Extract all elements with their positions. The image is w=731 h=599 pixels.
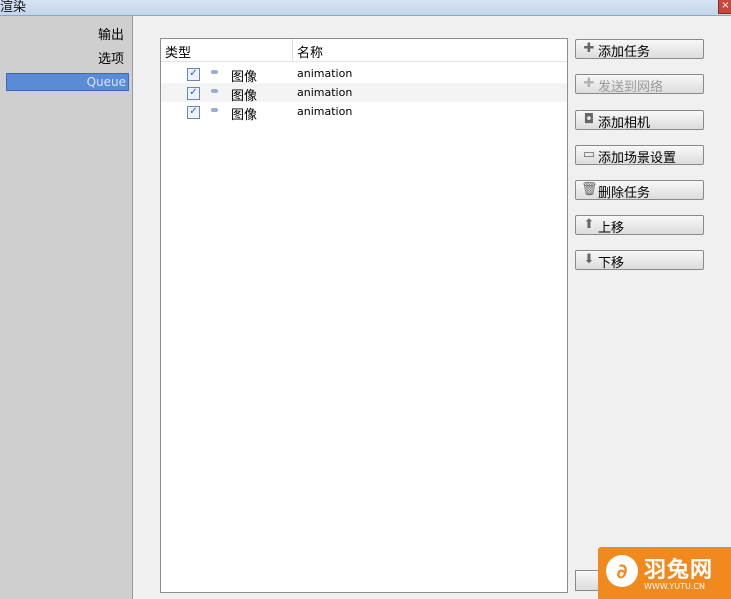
rabbit-logo-icon: ∂ [606, 555, 638, 587]
add-task-label: 添加任务 [598, 45, 651, 60]
sidebar-item-queue[interactable]: Queue [6, 73, 129, 91]
send-to-network-label: 发送到网络 [598, 80, 664, 95]
queue-list[interactable]: 类型 名称 ✓ 图像 animation ✓ 图像 animation ✓ 图像… [160, 38, 568, 593]
move-up-label: 上移 [598, 221, 625, 236]
checkbox[interactable]: ✓ [187, 106, 200, 119]
delete-task-button[interactable]: 🗑 删除任务 [575, 180, 704, 201]
watermark: ∂ 羽兔网 WWW.YUTU.CN [598, 547, 731, 599]
checkbox[interactable]: ✓ [187, 68, 200, 81]
scene-icon: ▭ [582, 147, 596, 162]
column-header-name[interactable]: 名称 [297, 42, 323, 61]
row-name: animation [297, 105, 353, 118]
move-down-label: 下移 [598, 256, 625, 271]
row-name: animation [297, 86, 353, 99]
arrow-down-icon: ⬇ [583, 252, 595, 267]
image-icon [211, 108, 218, 112]
table-row[interactable]: ✓ 图像 animation [161, 83, 567, 104]
table-row[interactable]: ✓ 图像 animation [161, 64, 567, 85]
window-title: 渲染 [0, 0, 27, 15]
trash-icon: 🗑 [581, 182, 598, 197]
watermark-url: WWW.YUTU.CN [644, 582, 705, 591]
column-header-type[interactable]: 类型 [165, 42, 191, 61]
image-icon [211, 70, 218, 74]
move-down-button[interactable]: ⬇ 下移 [575, 250, 704, 271]
add-camera-label: 添加相机 [598, 116, 651, 131]
watermark-brand: 羽兔网 [644, 558, 714, 583]
plus-icon: ✚ [583, 41, 595, 56]
close-button[interactable]: × [718, 0, 731, 14]
checkbox[interactable]: ✓ [187, 87, 200, 100]
plus-icon: ✚ [583, 76, 595, 91]
delete-task-label: 删除任务 [598, 186, 651, 201]
sidebar-item-output[interactable]: 输出 [96, 24, 126, 43]
arrow-up-icon: ⬆ [583, 217, 595, 232]
image-icon [211, 89, 218, 93]
row-name: animation [297, 67, 353, 80]
add-scene-settings-button[interactable]: ▭ 添加场景设置 [575, 145, 704, 166]
move-up-button[interactable]: ⬆ 上移 [575, 215, 704, 236]
window-titlebar: 渲染 × [0, 0, 731, 16]
add-camera-button[interactable]: ◘ 添加相机 [575, 110, 704, 131]
sidebar-item-options[interactable]: 选项 [96, 48, 126, 67]
list-header: 类型 名称 [161, 39, 567, 62]
row-type: 图像 [231, 108, 258, 123]
main-panel: 类型 名称 ✓ 图像 animation ✓ 图像 animation ✓ 图像… [133, 16, 731, 599]
column-divider[interactable] [292, 39, 293, 61]
sidebar: 输出 选项 Queue [0, 16, 133, 599]
send-to-network-button[interactable]: ✚ 发送到网络 [575, 74, 704, 95]
table-row[interactable]: ✓ 图像 animation [161, 102, 567, 123]
camera-icon: ◘ [583, 112, 595, 127]
add-scene-settings-label: 添加场景设置 [598, 151, 677, 166]
add-task-button[interactable]: ✚ 添加任务 [575, 39, 704, 60]
